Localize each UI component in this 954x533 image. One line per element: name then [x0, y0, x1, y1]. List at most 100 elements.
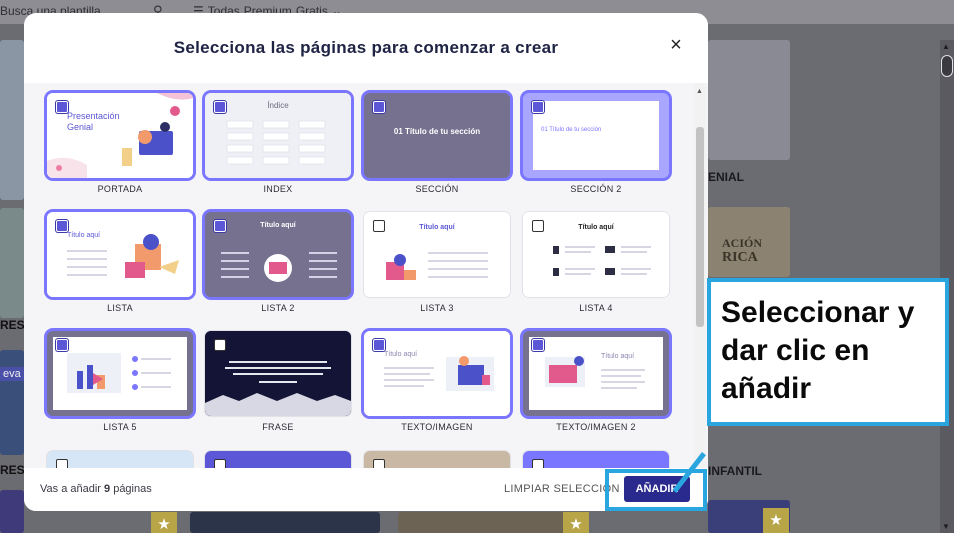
template-card[interactable]: [0, 350, 24, 455]
preview-title: Presentación Genial: [67, 111, 120, 132]
scroll-up-arrow-icon[interactable]: ▲: [942, 42, 950, 51]
page-thumbnail[interactable]: [47, 451, 193, 468]
page-thumbnail[interactable]: Título aquí: [364, 331, 510, 416]
preview-title: Índice: [267, 101, 289, 110]
page-card-frase[interactable]: FRASE: [205, 331, 351, 432]
modal-header: Selecciona las páginas para comenzar a c…: [24, 13, 708, 83]
page-card-seccion-2[interactable]: 01 Título de tu sección SECCIÓN 2: [523, 93, 669, 194]
preview-title: Título aquí: [578, 224, 614, 231]
page-thumbnail[interactable]: Presentación Genial: [47, 93, 193, 178]
lista-preview: [47, 212, 193, 297]
page-thumbnail[interactable]: Título aquí: [364, 212, 510, 297]
clear-selection-button[interactable]: LIMPIAR SELECCIÓN: [504, 483, 620, 495]
page-checkbox[interactable]: [214, 339, 226, 351]
page-checkbox[interactable]: [56, 339, 68, 351]
page-card-partial[interactable]: [205, 451, 351, 468]
page-thumbnail[interactable]: [364, 451, 510, 468]
template-title: RES: [0, 318, 25, 332]
texto-imagen-preview: [364, 331, 510, 416]
new-badge: eva: [0, 367, 24, 381]
template-card[interactable]: [0, 208, 24, 318]
page-checkbox[interactable]: [532, 459, 544, 468]
template-title: ENIAL: [708, 170, 744, 184]
page-card-index[interactable]: Índice INDEX: [205, 93, 351, 194]
page-thumbnail[interactable]: [523, 451, 669, 468]
page-checkbox[interactable]: [214, 459, 226, 468]
page-label: TEXTO/IMAGEN 2: [556, 422, 636, 432]
page-card-lista-5[interactable]: LISTA 5: [47, 331, 193, 432]
scroll-up-arrow-icon[interactable]: ▲: [696, 88, 703, 95]
template-card[interactable]: [708, 40, 790, 160]
page-checkbox[interactable]: [373, 220, 385, 232]
page-thumbnail[interactable]: Título aquí: [523, 331, 669, 416]
page-thumbnail[interactable]: Título aquí: [523, 212, 669, 297]
selection-count-text: Vas a añadir 9 páginas: [40, 483, 152, 495]
preview-inner: [533, 101, 659, 170]
grid-scrollbar-thumb[interactable]: [696, 127, 704, 327]
page-card-lista[interactable]: Título aquí LISTA: [47, 212, 193, 313]
preview-title: Título aquí: [419, 224, 455, 231]
page-thumbnail[interactable]: [47, 331, 193, 416]
template-card[interactable]: [0, 40, 24, 200]
scrollbar-thumb[interactable]: [942, 56, 952, 76]
star-icon: ★: [563, 512, 589, 533]
star-icon: ★: [151, 512, 177, 533]
page-checkbox[interactable]: [373, 459, 385, 468]
page-label: LISTA: [107, 303, 133, 313]
page-card-lista-2[interactable]: Título aquí LISTA 2: [205, 212, 351, 313]
page-checkbox[interactable]: [214, 220, 226, 232]
page-card-lista-4[interactable]: Título aquí LISTA 4: [523, 212, 669, 313]
preview-title: Título aquí: [384, 351, 418, 358]
count-suffix: páginas: [110, 483, 152, 495]
page-thumbnail[interactable]: 01 Título de tu sección: [523, 93, 669, 178]
lista-5-preview: [53, 337, 187, 410]
template-title: INFANTIL: [708, 464, 762, 478]
page-thumbnail[interactable]: Índice: [205, 93, 351, 178]
page-checkbox[interactable]: [532, 220, 544, 232]
template-card[interactable]: [0, 490, 24, 533]
page-card-partial[interactable]: [47, 451, 193, 468]
page-thumbnail[interactable]: [205, 451, 351, 468]
page-card-texto-imagen-2[interactable]: Título aquí TEXTO/IMAGEN 2: [523, 331, 669, 432]
template-card[interactable]: [190, 512, 380, 533]
template-card[interactable]: [398, 512, 588, 533]
template-title: ACIÓN: [722, 236, 763, 250]
page-checkbox[interactable]: [373, 339, 385, 351]
portada-preview: [47, 93, 193, 178]
page-card-seccion[interactable]: 01 Título de tu sección SECCIÓN: [364, 93, 510, 194]
close-button[interactable]: ×: [664, 33, 688, 57]
page-card-portada[interactable]: Presentación Genial PORTADA: [47, 93, 193, 194]
page-label: LISTA 2: [261, 303, 295, 313]
annotation-text: Seleccionar y dar clic en añadir: [721, 296, 915, 405]
grid-scrollbar[interactable]: ▲: [694, 83, 706, 468]
star-icon: ★: [763, 508, 789, 533]
page-checkbox[interactable]: [373, 101, 385, 113]
scroll-down-arrow-icon[interactable]: ▼: [942, 522, 950, 531]
page-label: LISTA 5: [103, 422, 137, 432]
page-card-partial[interactable]: [523, 451, 669, 468]
page-checkbox[interactable]: [56, 101, 68, 113]
page-label: SECCIÓN 2: [570, 184, 622, 194]
pages-grid: Presentación Genial PORTADA Índice INDEX…: [24, 83, 708, 468]
page-checkbox[interactable]: [532, 339, 544, 351]
page-label: LISTA 4: [579, 303, 613, 313]
annotation-highlight-box: [605, 469, 707, 511]
preview-title: Título aquí: [601, 353, 635, 360]
frase-preview: [205, 331, 351, 416]
page-label: FRASE: [262, 422, 294, 432]
template-title: RES: [0, 463, 25, 477]
page-card-partial[interactable]: [364, 451, 510, 468]
page-thumbnail[interactable]: 01 Título de tu sección: [364, 93, 510, 178]
page-thumbnail[interactable]: Título aquí: [47, 212, 193, 297]
page-thumbnail[interactable]: [205, 331, 351, 416]
page-thumbnail[interactable]: Título aquí: [205, 212, 351, 297]
select-pages-modal: Selecciona las páginas para comenzar a c…: [24, 13, 708, 511]
page-checkbox[interactable]: [56, 220, 68, 232]
page-card-texto-imagen[interactable]: Título aquí TEXTO/IMAGEN: [364, 331, 510, 432]
page-card-lista-3[interactable]: Título aquí LISTA 3: [364, 212, 510, 313]
page-checkbox[interactable]: [532, 101, 544, 113]
page-checkbox[interactable]: [56, 459, 68, 468]
page-checkbox[interactable]: [214, 101, 226, 113]
page-label: PORTADA: [97, 184, 143, 194]
count-prefix: Vas a añadir: [40, 483, 105, 495]
